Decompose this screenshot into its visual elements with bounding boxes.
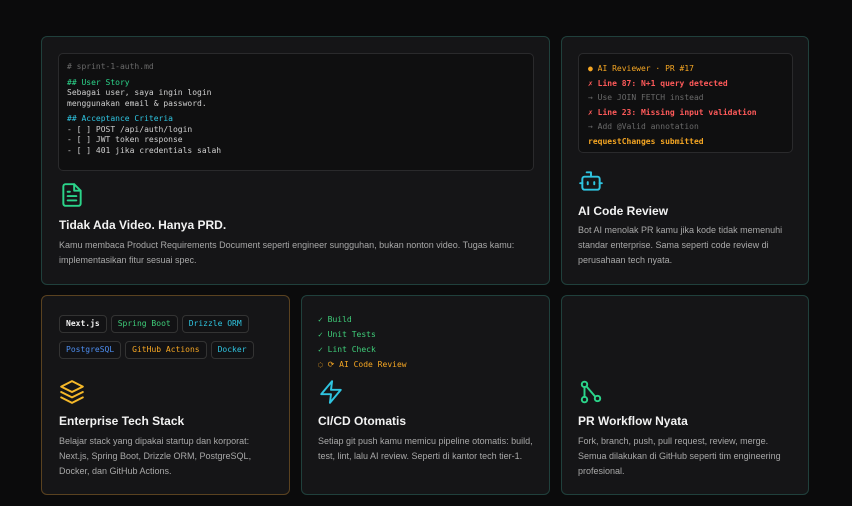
card-description: Setiap git push kamu memicu pipeline oto…: [318, 436, 533, 461]
card-description: Fork, branch, push, pull request, review…: [578, 436, 781, 476]
card-description: Bot AI menolak PR kamu jika kode tidak m…: [578, 225, 783, 265]
layers-icon: [60, 380, 84, 404]
review-error: ✗ Line 23: Missing input validation: [588, 107, 757, 117]
code-line: - [ ] 401 jika credentials salah: [67, 145, 222, 155]
card-title: AI Code Review: [578, 204, 669, 218]
card-pr-workflow: PR Workflow Nyata Fork, branch, push, pu…: [561, 295, 809, 495]
pill-nextjs: Next.js: [59, 315, 107, 333]
pill-github-actions: GitHub Actions: [125, 341, 207, 359]
pipeline-step-lint: ✓ Lint Check: [318, 345, 376, 354]
review-error: ✗ Line 87: N+1 query detected: [588, 78, 728, 88]
review-hint: → Add @Valid annotation: [588, 122, 699, 131]
card-title: Enterprise Tech Stack: [59, 414, 185, 428]
card-description: Kamu membaca Product Requirements Docume…: [59, 240, 515, 265]
pill-spring-boot: Spring Boot: [110, 315, 178, 333]
review-code-block: ● AI Reviewer · PR #17 ✗ Line 87: N+1 qu…: [578, 53, 793, 153]
card-title: CI/CD Otomatis: [318, 414, 407, 428]
code-line: Sebagai user, saya ingin login: [67, 88, 212, 97]
card-prd: # sprint-1-auth.md ## User Story Sebagai…: [41, 36, 550, 285]
code-line: - [ ] JWT token response: [67, 135, 183, 144]
code-line: - [ ] POST /api/auth/login: [67, 124, 193, 134]
review-hint: → Use JOIN FETCH instead: [588, 93, 704, 102]
code-heading: ## User Story: [67, 77, 130, 87]
pill-postgresql: PostgreSQL: [59, 341, 122, 359]
code-heading: ## Acceptance Criteria: [67, 114, 173, 123]
review-result: requestChanges submitted: [588, 136, 704, 146]
card-ai-review: ● AI Reviewer · PR #17 ✗ Line 87: N+1 qu…: [561, 36, 809, 285]
bot-icon: [579, 171, 603, 191]
code-filename: # sprint-1-auth.md: [67, 62, 154, 71]
code-line: menggunakan email & password.: [67, 98, 207, 108]
lightning-icon: [320, 380, 342, 404]
prd-code-block: # sprint-1-auth.md ## User Story Sebagai…: [58, 53, 534, 171]
card-tech-stack: Next.js Spring Boot Drizzle ORM PostgreSQL…: [41, 295, 290, 495]
card-description: Belajar stack yang dipakai startup dan k…: [59, 436, 252, 476]
git-branch-icon: [580, 380, 602, 404]
card-title: PR Workflow Nyata: [578, 414, 688, 428]
pipeline-step-ai-review: ◌ ⟳ AI Code Review: [318, 360, 407, 369]
pipeline-steps: ✓ Build ✓ Unit Tests ✓ Lint Check ◌ ⟳ AI…: [318, 312, 407, 372]
pill-docker: Docker: [210, 341, 254, 359]
card-title: Tidak Ada Video. Hanya PRD.: [59, 218, 227, 232]
pipeline-step-build: ✓ Build: [318, 315, 352, 324]
reviewer-header: ● AI Reviewer · PR #17: [588, 64, 694, 73]
card-cicd: ✓ Build ✓ Unit Tests ✓ Lint Check ◌ ⟳ AI…: [301, 295, 550, 495]
document-icon: [62, 183, 82, 207]
pill-drizzle-orm: Drizzle ORM: [181, 315, 249, 333]
pipeline-step-tests: ✓ Unit Tests: [318, 330, 376, 339]
tech-pills: Next.js Spring Boot Drizzle ORM PostgreSQL…: [59, 313, 279, 365]
